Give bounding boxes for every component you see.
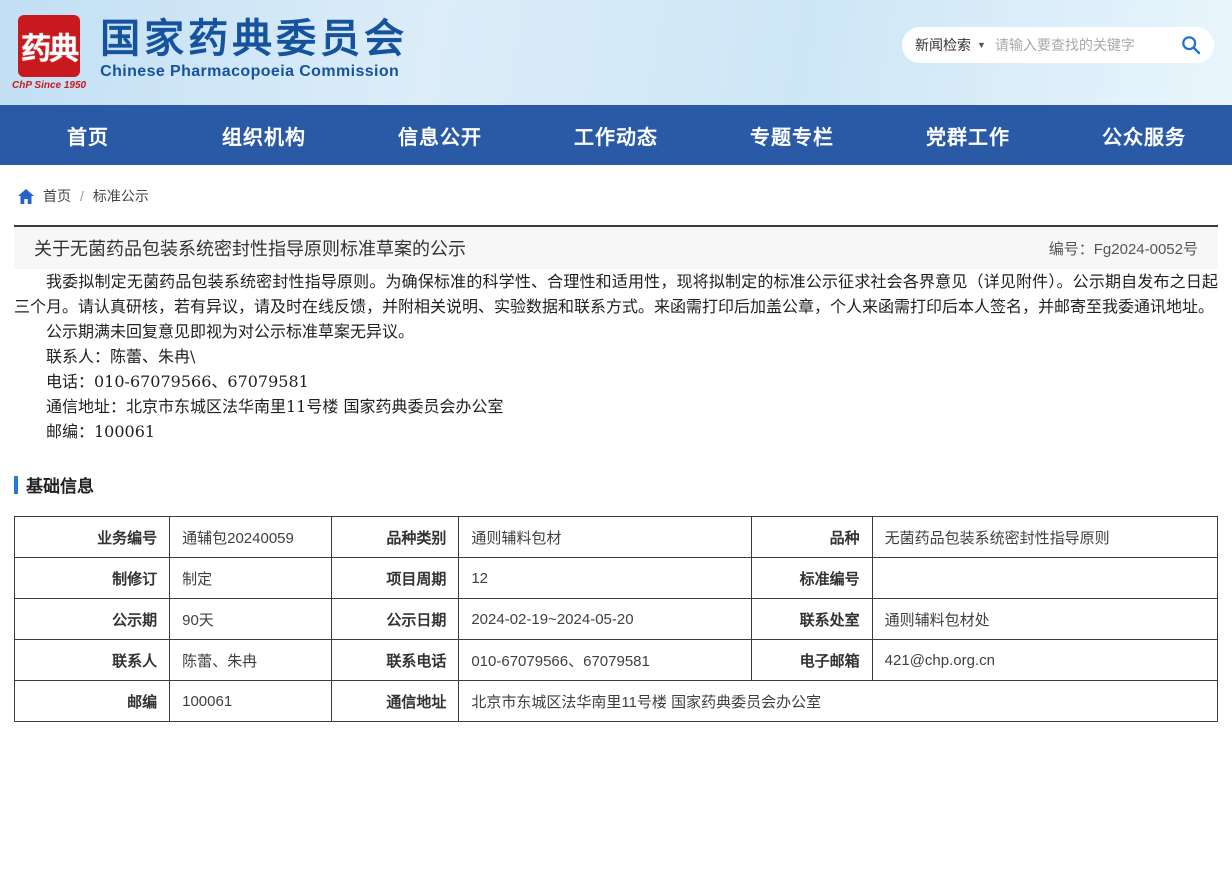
table-value-cell: 北京市东城区法华南里11号楼 国家药典委员会办公室 — [459, 681, 1218, 722]
table-value-cell: 陈蕾、朱冉 — [170, 640, 332, 681]
notice-contact-person: 联系人：陈蕾、朱冉\ — [14, 344, 1218, 369]
section-title: 基础信息 — [26, 472, 94, 497]
table-label-cell: 品种 — [751, 517, 872, 558]
search-input[interactable] — [993, 36, 1174, 54]
main-nav: 首页 组织机构 信息公开 工作动态 专题专栏 党群工作 公众服务 — [0, 105, 1232, 165]
search-icon — [1181, 35, 1201, 55]
table-label-cell: 联系人 — [15, 640, 170, 681]
section-header-basic-info: 基础信息 — [14, 472, 1218, 497]
table-label-cell: 标准编号 — [751, 558, 872, 599]
table-value-cell: 通则辅料包材处 — [872, 599, 1217, 640]
site-logo[interactable]: 药典 ChP Since 1950 — [12, 15, 86, 91]
table-row: 业务编号 通辅包20240059 品种类别 通则辅料包材 品种 无菌药品包装系统… — [15, 517, 1218, 558]
logo-caption: ChP Since 1950 — [12, 80, 86, 91]
table-value-cell: 12 — [459, 558, 751, 599]
notice-paragraph: 公示期满未回复意见即视为对公示标准草案无异议。 — [14, 319, 1218, 344]
table-row: 邮编 100061 通信地址 北京市东城区法华南里11号楼 国家药典委员会办公室 — [15, 681, 1218, 722]
table-label-cell: 制修订 — [15, 558, 170, 599]
home-icon[interactable] — [18, 189, 34, 204]
table-value-cell: 制定 — [170, 558, 332, 599]
notice-postcode: 邮编：100061 — [14, 419, 1218, 444]
table-value-cell: 010-67079566、67079581 — [459, 640, 751, 681]
search-category-label: 新闻检索 — [915, 35, 971, 55]
table-value-cell: 无菌药品包装系统密封性指导原则 — [872, 517, 1217, 558]
table-label-cell: 品种类别 — [332, 517, 459, 558]
main-content: 关于无菌药品包装系统密封性指导原则标准草案的公示 编号：Fg2024-0052号… — [14, 225, 1218, 722]
site-subtitle: Chinese Pharmacopoeia Commission — [100, 63, 408, 81]
table-row: 公示期 90天 公示日期 2024-02-19~2024-05-20 联系处室 … — [15, 599, 1218, 640]
notice-paragraph: 我委拟制定无菌药品包装系统密封性指导原则。为确保标准的科学性、合理性和适用性，现… — [14, 269, 1218, 319]
table-label-cell: 邮编 — [15, 681, 170, 722]
table-value-cell: 90天 — [170, 599, 332, 640]
table-label-cell: 公示期 — [15, 599, 170, 640]
table-label-cell: 电子邮箱 — [751, 640, 872, 681]
nav-item-organization[interactable]: 组织机构 — [176, 121, 352, 150]
chevron-down-icon: ▼ — [977, 40, 986, 50]
table-row: 联系人 陈蕾、朱冉 联系电话 010-67079566、67079581 电子邮… — [15, 640, 1218, 681]
search-category-dropdown[interactable]: 新闻检索 ▼ — [915, 35, 986, 55]
site-header: 药典 ChP Since 1950 国家药典委员会 Chinese Pharma… — [0, 0, 1232, 105]
section-accent-bar — [14, 476, 18, 494]
doc-number: 编号：Fg2024-0052号 — [1049, 238, 1198, 259]
nav-item-public-service[interactable]: 公众服务 — [1056, 121, 1232, 150]
page-title: 关于无菌药品包装系统密封性指导原则标准草案的公示 — [34, 235, 466, 261]
table-label-cell: 公示日期 — [332, 599, 459, 640]
table-label-cell: 联系电话 — [332, 640, 459, 681]
table-value-cell: 421@chp.org.cn — [872, 640, 1217, 681]
breadcrumb-current: 标准公示 — [93, 186, 149, 206]
nav-item-special-topics[interactable]: 专题专栏 — [704, 121, 880, 150]
table-row: 制修订 制定 项目周期 12 标准编号 — [15, 558, 1218, 599]
search-box: 新闻检索 ▼ — [902, 27, 1214, 63]
nav-item-home[interactable]: 首页 — [0, 121, 176, 150]
breadcrumb-home-link[interactable]: 首页 — [43, 186, 71, 206]
notice-mail-address: 通信地址：北京市东城区法华南里11号楼 国家药典委员会办公室 — [14, 394, 1218, 419]
table-value-cell: 通则辅料包材 — [459, 517, 751, 558]
table-label-cell: 项目周期 — [332, 558, 459, 599]
nav-item-work-news[interactable]: 工作动态 — [528, 121, 704, 150]
site-title: 国家药典委员会 — [100, 18, 408, 60]
search-button[interactable] — [1181, 35, 1201, 55]
basic-info-table: 业务编号 通辅包20240059 品种类别 通则辅料包材 品种 无菌药品包装系统… — [14, 516, 1218, 722]
brand-block: 国家药典委员会 Chinese Pharmacopoeia Commission — [100, 18, 408, 87]
notice-body: 我委拟制定无菌药品包装系统密封性指导原则。为确保标准的科学性、合理性和适用性，现… — [14, 269, 1218, 444]
notice-title-bar: 关于无菌药品包装系统密封性指导原则标准草案的公示 编号：Fg2024-0052号 — [14, 225, 1218, 269]
breadcrumb-separator: / — [80, 188, 84, 204]
table-label-cell: 联系处室 — [751, 599, 872, 640]
breadcrumb: 首页 / 标准公示 — [0, 165, 1232, 218]
table-value-cell: 100061 — [170, 681, 332, 722]
table-value-cell: 2024-02-19~2024-05-20 — [459, 599, 751, 640]
table-label-cell: 通信地址 — [332, 681, 459, 722]
table-value-cell — [872, 558, 1217, 599]
page: 药典 ChP Since 1950 国家药典委员会 Chinese Pharma… — [0, 0, 1232, 888]
nav-item-party-work[interactable]: 党群工作 — [880, 121, 1056, 150]
logo-seal-icon: 药典 — [18, 15, 80, 77]
table-label-cell: 业务编号 — [15, 517, 170, 558]
notice-phone: 电话：010-67079566、67079581 — [14, 369, 1218, 394]
table-value-cell: 通辅包20240059 — [170, 517, 332, 558]
nav-item-info-disclosure[interactable]: 信息公开 — [352, 121, 528, 150]
